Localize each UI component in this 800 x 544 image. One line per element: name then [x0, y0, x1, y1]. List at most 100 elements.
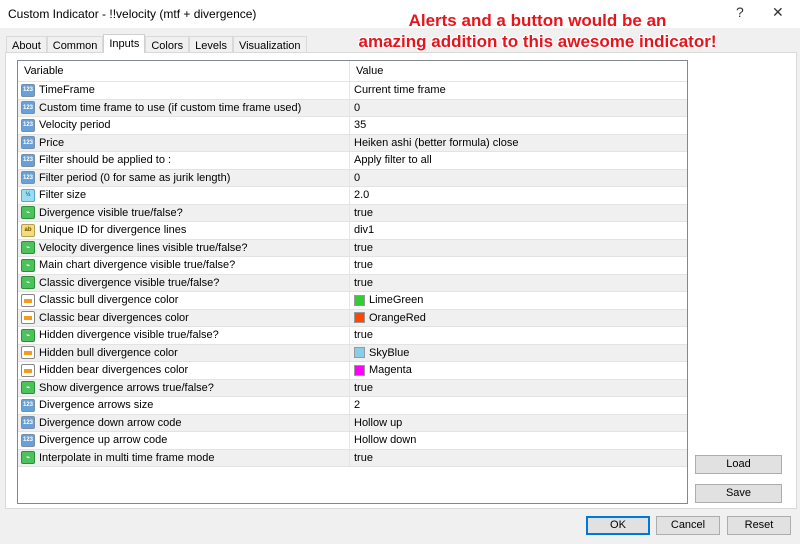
- table-row[interactable]: ⌁ Hidden divergence visible true/false? tr…: [18, 327, 687, 345]
- value-cell[interactable]: SkyBlue: [350, 345, 687, 362]
- table-row[interactable]: Classic bear divergences color OrangeRed: [18, 309, 687, 327]
- annotation-line-2: amazing addition to this awesome indicat…: [358, 32, 717, 51]
- tab-inputs[interactable]: Inputs: [103, 34, 146, 53]
- value-cell[interactable]: Heiken ashi (better formula) close: [350, 135, 687, 152]
- value-text: 35: [354, 119, 367, 132]
- table-row[interactable]: Hidden bear divergences color Magenta: [18, 362, 687, 380]
- value-cell[interactable]: Current time frame: [350, 82, 687, 99]
- variable-cell: Classic bull divergence color: [18, 292, 350, 309]
- table-row[interactable]: ⌁ Divergence visible true/false? true: [18, 204, 687, 222]
- variable-name: Classic divergence visible true/false?: [39, 276, 220, 289]
- value-text: true: [354, 276, 373, 289]
- variable-name: TimeFrame: [39, 84, 95, 97]
- variable-cell: ⌁ Hidden divergence visible true/false?: [18, 327, 350, 344]
- tab-visualization[interactable]: Visualization: [232, 36, 307, 53]
- variable-name: Classic bull divergence color: [39, 294, 179, 307]
- value-cell[interactable]: true: [350, 327, 687, 344]
- tab-levels[interactable]: Levels: [189, 36, 233, 53]
- table-row[interactable]: Classic bull divergence color LimeGreen: [18, 292, 687, 310]
- value-cell[interactable]: OrangeRed: [350, 310, 687, 327]
- value-cell[interactable]: 0: [350, 170, 687, 187]
- value-cell[interactable]: Hollow down: [350, 432, 687, 449]
- tab-colors[interactable]: Colors: [145, 36, 190, 53]
- value-cell[interactable]: div1: [350, 222, 687, 239]
- column-header-variable[interactable]: Variable: [18, 61, 350, 81]
- value-cell[interactable]: 0: [350, 100, 687, 117]
- value-text: OrangeRed: [369, 311, 426, 324]
- value-cell[interactable]: 2.0: [350, 187, 687, 204]
- variable-cell: 123 Filter should be applied to :: [18, 152, 350, 169]
- value-text: Heiken ashi (better formula) close: [354, 136, 519, 149]
- annotation-text: Alerts and a button would be an amazing …: [330, 10, 745, 52]
- variable-cell: 123 Filter period (0 for same as jurik le…: [18, 169, 350, 186]
- table-row[interactable]: 123 Velocity period 35: [18, 117, 687, 135]
- value-text: true: [354, 329, 373, 342]
- color-icon: [21, 346, 35, 360]
- table-row[interactable]: ⌁ Velocity divergence lines visible true/…: [18, 239, 687, 257]
- value-cell[interactable]: Magenta: [350, 362, 687, 379]
- table-row[interactable]: Hidden bull divergence color SkyBlue: [18, 344, 687, 362]
- value-cell[interactable]: Hollow up: [350, 415, 687, 432]
- boolean-icon: ⌁: [21, 276, 35, 290]
- variable-cell: 123 Custom time frame to use (if custom t…: [18, 99, 350, 116]
- variable-name: Hidden bull divergence color: [39, 346, 178, 359]
- value-text: div1: [354, 224, 375, 237]
- value-cell[interactable]: Apply filter to all: [350, 152, 687, 169]
- table-row[interactable]: 123 Divergence down arrow code Hollow up: [18, 414, 687, 432]
- value-cell[interactable]: LimeGreen: [350, 292, 687, 309]
- variable-cell: ⌁ Divergence visible true/false?: [18, 204, 350, 221]
- value-cell[interactable]: true: [350, 450, 687, 467]
- value-cell[interactable]: true: [350, 380, 687, 397]
- table-row[interactable]: ½ Filter size 2.0: [18, 187, 687, 205]
- table-row[interactable]: ⌁ Show divergence arrows true/false? true: [18, 379, 687, 397]
- table-row[interactable]: 123 Filter should be applied to : Apply fi…: [18, 152, 687, 170]
- color-icon: [21, 293, 35, 307]
- integer-icon: 123: [21, 118, 35, 132]
- value-text: 0: [354, 171, 361, 184]
- cancel-button[interactable]: Cancel: [656, 516, 720, 535]
- table-row[interactable]: ⌁ Interpolate in multi time frame mode tru…: [18, 449, 687, 467]
- reset-button[interactable]: Reset: [727, 516, 791, 535]
- table-row[interactable]: 123 Filter period (0 for same as jurik le…: [18, 169, 687, 187]
- ok-button[interactable]: OK: [586, 516, 650, 535]
- variable-cell: 123 Price: [18, 134, 350, 151]
- value-text: SkyBlue: [369, 346, 410, 359]
- value-text: 2: [354, 399, 361, 412]
- variable-cell: ½ Filter size: [18, 187, 350, 204]
- value-text: Hollow down: [354, 434, 417, 447]
- load-button[interactable]: Load: [695, 455, 782, 474]
- value-cell[interactable]: 35: [350, 117, 687, 134]
- tab-about[interactable]: About: [6, 36, 47, 53]
- variable-name: Divergence down arrow code: [39, 416, 182, 429]
- variable-cell: ⌁ Show divergence arrows true/false?: [18, 379, 350, 396]
- table-row[interactable]: 123 Price Heiken ashi (better formula) clo…: [18, 134, 687, 152]
- value-text: true: [354, 206, 373, 219]
- boolean-icon: ⌁: [21, 381, 35, 395]
- close-button[interactable]: ✕: [772, 4, 784, 21]
- value-cell[interactable]: true: [350, 240, 687, 257]
- variable-name: Divergence arrows size: [39, 399, 154, 412]
- table-row[interactable]: 123 Divergence arrows size 2: [18, 397, 687, 415]
- variable-name: Show divergence arrows true/false?: [39, 381, 214, 394]
- value-text: Apply filter to all: [354, 154, 432, 167]
- value-cell[interactable]: true: [350, 275, 687, 292]
- save-button[interactable]: Save: [695, 484, 782, 503]
- column-header-value[interactable]: Value: [350, 61, 687, 81]
- integer-icon: 123: [21, 433, 35, 447]
- tab-common[interactable]: Common: [46, 36, 104, 53]
- table-row[interactable]: 123 TimeFrame Current time frame: [18, 82, 687, 100]
- table-row[interactable]: ⌁ Main chart divergence visible true/fals…: [18, 257, 687, 275]
- double-icon: ½: [21, 188, 35, 202]
- value-cell[interactable]: true: [350, 205, 687, 222]
- string-icon: ab: [21, 223, 35, 237]
- variable-name: Custom time frame to use (if custom time…: [39, 101, 302, 114]
- table-row[interactable]: 123 Custom time frame to use (if custom t…: [18, 99, 687, 117]
- table-row[interactable]: ⌁ Classic divergence visible true/false? t…: [18, 274, 687, 292]
- value-cell[interactable]: 2: [350, 397, 687, 414]
- table-row[interactable]: 123 Divergence up arrow code Hollow down: [18, 432, 687, 450]
- value-cell[interactable]: true: [350, 257, 687, 274]
- color-icon: [21, 311, 35, 325]
- variable-cell: 123 Velocity period: [18, 117, 350, 134]
- value-text: 2.0: [354, 189, 370, 202]
- table-row[interactable]: ab Unique ID for divergence lines div1: [18, 222, 687, 240]
